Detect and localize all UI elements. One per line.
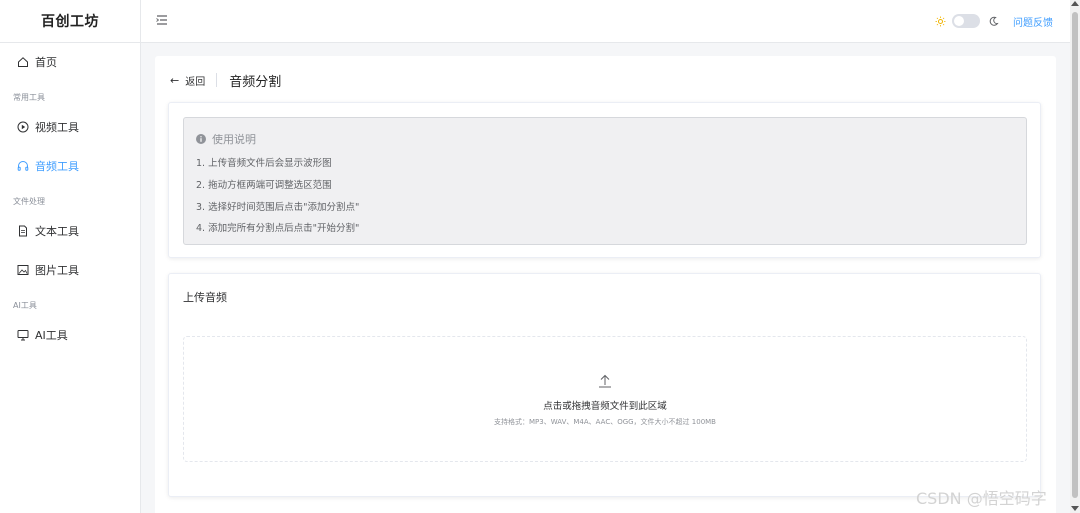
sidebar-item-label: AI工具: [35, 329, 68, 342]
sidebar-item-home[interactable]: 首页: [0, 48, 140, 76]
theme-toggle-switch[interactable]: [952, 14, 980, 28]
nav-group-file: 文件处理: [13, 197, 45, 206]
back-label: 返回: [185, 76, 206, 88]
sidebar-item-label: 音频工具: [35, 160, 79, 173]
feedback-link[interactable]: 问题反馈: [1013, 14, 1053, 29]
instruction-line: 1. 上传音频文件后会显示波形图: [196, 158, 332, 169]
document-icon: [17, 225, 29, 237]
watermark: CSDN @悟空码字: [916, 489, 1047, 508]
headphones-icon: [17, 160, 29, 172]
upload-hint-text: 支持格式：MP3、WAV、M4A、AAC、OGG，文件大小不超过 100MB: [494, 418, 716, 426]
upload-card-title: 上传音频: [183, 291, 227, 304]
upload-dropzone[interactable]: 点击或拖拽音频文件到此区域 支持格式：MP3、WAV、M4A、AAC、OGG，文…: [183, 336, 1027, 462]
upload-main-text: 点击或拖拽音频文件到此区域: [543, 401, 667, 412]
sidebar-item-ai[interactable]: AI工具: [0, 321, 140, 349]
page-header: ← 返回 音频分割: [170, 70, 281, 90]
sidebar: 百创工坊 首页 常用工具 视频工具 音频工具 文件处理 文本工具 图片工具 AI…: [0, 0, 141, 513]
scrollbar-thumb[interactable]: [1072, 12, 1078, 498]
top-header: 问题反馈: [141, 0, 1070, 43]
back-button[interactable]: ← 返回: [170, 73, 205, 88]
sidebar-item-text[interactable]: 文本工具: [0, 217, 140, 245]
sidebar-item-label: 图片工具: [35, 264, 79, 277]
menu-collapse-icon[interactable]: [154, 12, 170, 28]
instructions-alert: 使用说明 1. 上传音频文件后会显示波形图 2. 拖动方框两端可调整选区范围 3…: [183, 117, 1027, 245]
page-scrollbar[interactable]: [1070, 0, 1080, 513]
brand-logo[interactable]: 百创工坊: [0, 0, 140, 43]
arrow-left-icon: ←: [170, 73, 180, 87]
sidebar-item-image[interactable]: 图片工具: [0, 256, 140, 284]
instruction-line: 2. 拖动方框两端可调整选区范围: [196, 180, 332, 191]
sidebar-item-audio[interactable]: 音频工具: [0, 152, 140, 180]
main-content: ← 返回 音频分割 使用说明 1. 上传音频文件后会显示波形图 2. 拖动方框两…: [155, 56, 1056, 513]
instructions-title: 使用说明: [196, 131, 256, 147]
upload-icon: [597, 373, 613, 389]
sidebar-item-label: 首页: [35, 56, 57, 69]
instructions-title-text: 使用说明: [212, 133, 256, 146]
sidebar-item-video[interactable]: 视频工具: [0, 113, 140, 141]
sidebar-item-label: 视频工具: [35, 121, 79, 134]
home-icon: [17, 56, 29, 68]
instruction-line: 3. 选择好时间范围后点击"添加分割点": [196, 202, 360, 213]
nav-group-common: 常用工具: [13, 93, 45, 102]
scroll-down-arrow-icon[interactable]: [1071, 506, 1079, 511]
header-divider: [216, 73, 218, 87]
upload-card: 上传音频 点击或拖拽音频文件到此区域 支持格式：MP3、WAV、M4A、AAC、…: [168, 273, 1041, 497]
scroll-up-arrow-icon[interactable]: [1071, 1, 1079, 6]
nav-group-ai: AI工具: [13, 301, 37, 310]
page-title: 音频分割: [229, 74, 282, 90]
sidebar-item-label: 文本工具: [35, 225, 79, 238]
sun-icon: [935, 16, 946, 27]
instruction-line: 4. 添加完所有分割点后点击"开始分割": [196, 223, 360, 234]
instructions-card: 使用说明 1. 上传音频文件后会显示波形图 2. 拖动方框两端可调整选区范围 3…: [168, 102, 1041, 258]
picture-icon: [17, 264, 29, 276]
play-circle-icon: [17, 121, 29, 133]
monitor-icon: [17, 329, 29, 341]
info-icon: [196, 134, 206, 144]
moon-icon: [988, 16, 999, 27]
